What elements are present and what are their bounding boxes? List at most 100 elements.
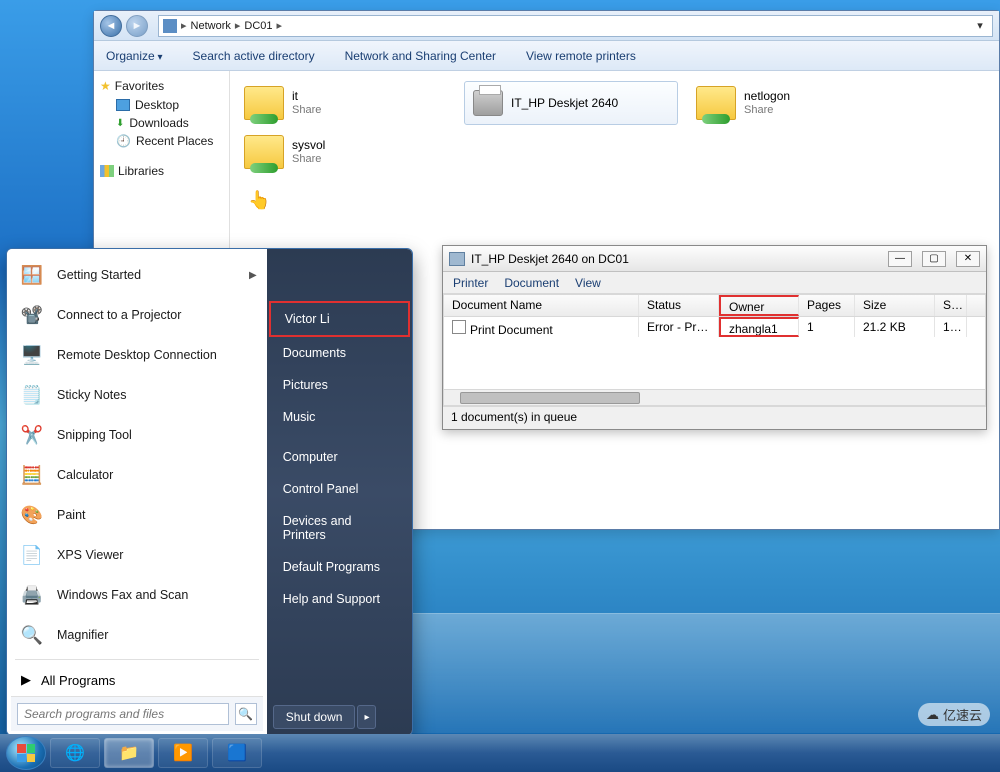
taskbar-explorer[interactable]: 📁	[104, 738, 154, 768]
app-icon: 🖥️	[17, 340, 47, 370]
app-icon: 🪟	[17, 260, 47, 290]
taskbar-app[interactable]: 🟦	[212, 738, 262, 768]
start-item-4[interactable]: ✂️Snipping Tool	[11, 415, 263, 455]
desktop-wave	[413, 613, 1000, 733]
minimize-button[interactable]: —	[888, 251, 912, 267]
owner-cell: zhangla1	[719, 317, 799, 337]
share-folder-icon	[244, 86, 284, 120]
back-button[interactable]: ◄	[100, 15, 122, 37]
address-bar[interactable]: ▸ Network ▸ DC01 ▸ ▾	[158, 15, 993, 37]
crumb-network[interactable]: Network	[191, 20, 231, 32]
nav-recent[interactable]: 🕘Recent Places	[100, 132, 223, 150]
view-printers-link[interactable]: View remote printers	[526, 49, 636, 63]
table-header: Document Name Status Owner Pages Size Su…	[444, 295, 985, 317]
start-right-help-and-support[interactable]: Help and Support	[269, 583, 410, 615]
start-right-music[interactable]: Music	[269, 401, 410, 433]
explorer-toolbar: Organize Search active directory Network…	[94, 41, 999, 71]
start-right-victor-li[interactable]: Victor Li	[269, 301, 410, 337]
menu-view[interactable]: View	[575, 276, 601, 290]
crumb-sep-icon: ▸	[235, 19, 241, 32]
queue-menu: Printer Document View	[443, 272, 986, 294]
col-submitted[interactable]: Sul	[935, 295, 967, 316]
taskbar: 🌐 📁 ▶️ 🟦	[0, 734, 1000, 772]
start-left-pane: 🪟Getting Started▶📽️Connect to a Projecto…	[7, 249, 267, 735]
col-owner[interactable]: Owner	[719, 295, 799, 316]
app-icon: 🖨️	[17, 580, 47, 610]
shutdown-button[interactable]: Shut down	[273, 705, 356, 729]
queue-titlebar[interactable]: IT_HP Deskjet 2640 on DC01 — ▢ ✕	[443, 246, 986, 272]
start-right-documents[interactable]: Documents	[269, 337, 410, 369]
start-item-7[interactable]: 📄XPS Viewer	[11, 535, 263, 575]
nav-desktop[interactable]: Desktop	[100, 96, 223, 114]
queue-table: Document Name Status Owner Pages Size Su…	[443, 294, 986, 406]
app-icon: 🧮	[17, 460, 47, 490]
desktop-icon	[116, 99, 130, 111]
libraries-icon	[100, 165, 114, 177]
start-item-9[interactable]: 🔍Magnifier	[11, 615, 263, 655]
start-right-pane: Victor LiDocumentsPicturesMusic ComputerC…	[267, 249, 412, 735]
shutdown-options-icon[interactable]: ▸	[357, 705, 376, 729]
start-button[interactable]	[6, 736, 46, 770]
start-right-default-programs[interactable]: Default Programs	[269, 551, 410, 583]
start-right-pictures[interactable]: Pictures	[269, 369, 410, 401]
crumb-dc01[interactable]: DC01	[244, 20, 272, 32]
app-icon: ✂️	[17, 420, 47, 450]
col-pages[interactable]: Pages	[799, 295, 855, 316]
chevron-right-icon: ▶	[21, 672, 31, 688]
start-item-8[interactable]: 🖨️Windows Fax and Scan	[11, 575, 263, 615]
document-icon	[452, 320, 466, 334]
app-icon: 🔍	[17, 620, 47, 650]
share-folder-icon	[244, 135, 284, 169]
taskbar-media[interactable]: ▶️	[158, 738, 208, 768]
printer-share[interactable]: IT_HP Deskjet 2640	[464, 81, 678, 125]
table-row[interactable]: Print Document Error - Prin... zhangla1 …	[444, 317, 985, 337]
start-item-6[interactable]: 🎨Paint	[11, 495, 263, 535]
maximize-button[interactable]: ▢	[922, 251, 946, 267]
app-icon: 🗒️	[17, 380, 47, 410]
share-sysvol[interactable]: sysvolShare	[240, 131, 450, 173]
start-menu: 🪟Getting Started▶📽️Connect to a Projecto…	[6, 248, 413, 736]
forward-button[interactable]: ►	[126, 15, 148, 37]
start-item-0[interactable]: 🪟Getting Started▶	[11, 255, 263, 295]
close-button[interactable]: ✕	[956, 251, 980, 267]
crumb-sep-icon: ▸	[277, 19, 283, 32]
star-icon: ★	[100, 79, 111, 93]
network-center-link[interactable]: Network and Sharing Center	[345, 49, 496, 63]
menu-document[interactable]: Document	[504, 276, 559, 290]
col-document[interactable]: Document Name	[444, 295, 639, 316]
start-item-3[interactable]: 🗒️Sticky Notes	[11, 375, 263, 415]
network-icon	[163, 19, 177, 33]
share-it[interactable]: itShare	[240, 81, 450, 125]
libraries-header[interactable]: Libraries	[100, 164, 223, 178]
printer-icon	[473, 90, 503, 116]
all-programs[interactable]: ▶All Programs	[11, 664, 263, 696]
printer-small-icon	[449, 252, 465, 266]
search-ad-link[interactable]: Search active directory	[193, 49, 315, 63]
col-status[interactable]: Status	[639, 295, 719, 316]
col-size[interactable]: Size	[855, 295, 935, 316]
address-dropdown-icon[interactable]: ▾	[972, 19, 988, 32]
share-netlogon[interactable]: netlogonShare	[692, 81, 902, 125]
start-right-devices-and-printers[interactable]: Devices and Printers	[269, 505, 410, 551]
share-folder-icon	[696, 86, 736, 120]
start-right-computer[interactable]: Computer	[269, 441, 410, 473]
crumb-sep-icon: ▸	[181, 19, 187, 32]
favorites-header[interactable]: ★Favorites	[100, 79, 223, 93]
nav-downloads[interactable]: ⬇Downloads	[100, 114, 223, 132]
search-input[interactable]	[17, 703, 229, 725]
organize-menu[interactable]: Organize	[106, 49, 163, 63]
queue-statusbar: 1 document(s) in queue	[443, 406, 986, 428]
start-item-5[interactable]: 🧮Calculator	[11, 455, 263, 495]
start-item-2[interactable]: 🖥️Remote Desktop Connection	[11, 335, 263, 375]
taskbar-ie[interactable]: 🌐	[50, 738, 100, 768]
watermark: ☁ 亿速云	[918, 703, 990, 726]
search-icon[interactable]: 🔍	[235, 703, 257, 725]
menu-printer[interactable]: Printer	[453, 276, 488, 290]
app-icon: 📽️	[17, 300, 47, 330]
horizontal-scrollbar[interactable]	[444, 389, 985, 405]
queue-title: IT_HP Deskjet 2640 on DC01	[471, 252, 629, 266]
recent-icon: 🕘	[116, 134, 131, 148]
app-icon: 📄	[17, 540, 47, 570]
start-item-1[interactable]: 📽️Connect to a Projector	[11, 295, 263, 335]
start-right-control-panel[interactable]: Control Panel	[269, 473, 410, 505]
